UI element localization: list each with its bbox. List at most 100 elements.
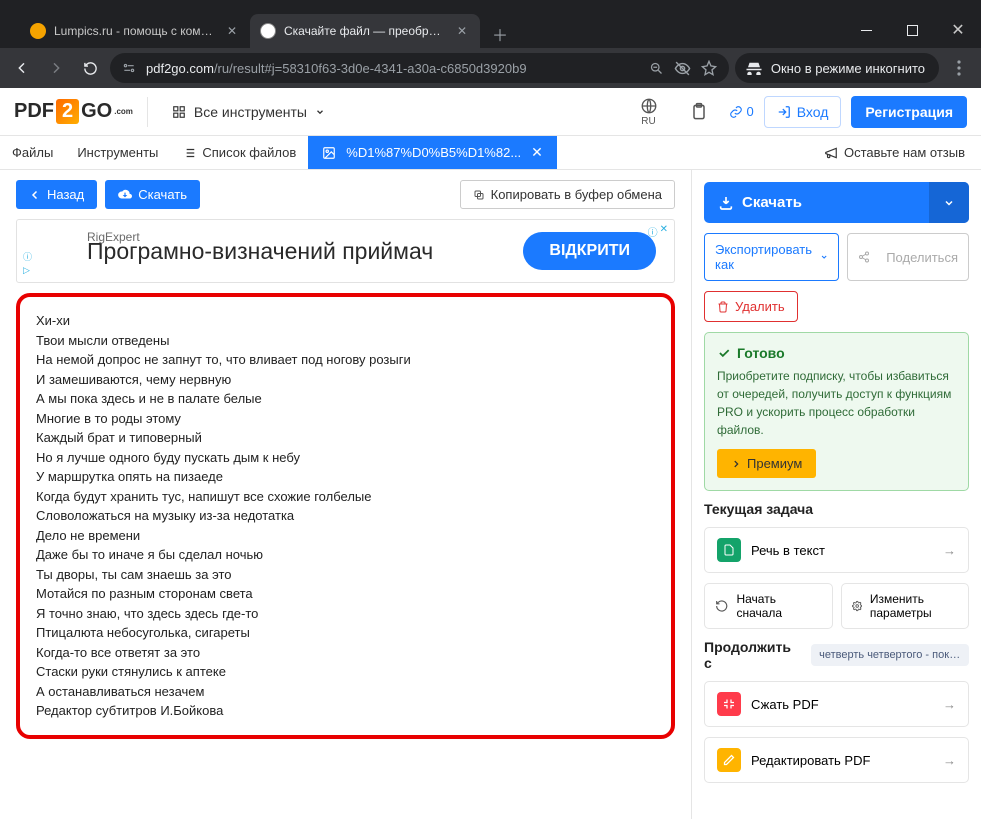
result-line: Когда будут хранить тус, напишут все схо… — [36, 487, 655, 507]
result-line: Словоложаться на музыку из-за недотатка — [36, 506, 655, 526]
new-tab-button[interactable]: ＋ — [486, 20, 514, 48]
clipboard-button[interactable] — [679, 102, 719, 122]
browser-tab-0[interactable]: Lumpics.ru - помощь с компьюте ✕ — [20, 14, 250, 48]
change-params-button[interactable]: Изменить параметры — [841, 583, 970, 629]
site-logo[interactable]: PDF 2 GO .com — [14, 99, 133, 124]
edit-icon — [717, 748, 741, 772]
site-settings-icon[interactable] — [122, 61, 136, 75]
close-icon[interactable]: ✕ — [454, 23, 470, 39]
chevron-right-icon — [731, 459, 741, 469]
browser-tab-1[interactable]: Скачайте файл — преобразов ✕ — [250, 14, 480, 48]
all-tools-dropdown[interactable]: Все инструменты — [162, 98, 335, 126]
restart-button[interactable]: Начать сначала — [704, 583, 833, 629]
share-icon — [858, 251, 870, 263]
window-minimize[interactable] — [843, 12, 889, 48]
nav-reload-button[interactable] — [76, 54, 104, 82]
zoom-icon[interactable] — [649, 61, 664, 76]
eye-off-icon[interactable] — [674, 60, 691, 77]
arrow-right-icon: → — [943, 543, 956, 558]
ad-cta-button[interactable]: ВІДКРИТИ — [523, 232, 656, 270]
arrow-right-icon: → — [943, 753, 956, 768]
result-line: Но я лучше одного буду пускать дым к неб… — [36, 448, 655, 468]
subnav-filelist[interactable]: Список файлов — [170, 136, 308, 169]
ad-close-icon[interactable]: ⓘ✕ — [648, 224, 668, 239]
main-content: Назад Скачать Копировать в буфер обмена … — [0, 170, 691, 819]
result-line: Когда-то все ответят за это — [36, 643, 655, 663]
close-icon[interactable]: ✕ — [224, 23, 240, 39]
incognito-indicator[interactable]: Окно в режиме инкогнито — [735, 53, 939, 83]
result-line: Хи-хи — [36, 311, 655, 331]
grid-icon — [172, 105, 186, 119]
sub-navigation: Файлы Инструменты Список файлов %D1%87%D… — [0, 136, 981, 170]
continue-file-chip[interactable]: четверть четвертого - пока з... — [811, 644, 969, 666]
subnav-files[interactable]: Файлы — [0, 136, 65, 169]
delete-button[interactable]: Удалить — [704, 291, 798, 322]
result-line: Дело не времени — [36, 526, 655, 546]
back-button[interactable]: Назад — [16, 180, 97, 209]
clipboard-icon — [689, 102, 709, 122]
download-button[interactable]: Скачать — [105, 180, 200, 209]
browser-toolbar: pdf2go.com/ru/result#j=58310f63-3d0e-434… — [0, 48, 981, 88]
language-selector[interactable]: RU — [629, 97, 669, 127]
compress-pdf-button[interactable]: Сжать PDF → — [704, 681, 969, 727]
bookmark-icon[interactable] — [701, 60, 717, 76]
download-icon — [718, 195, 734, 211]
result-line: Ты дворы, ты сам знаешь за это — [36, 565, 655, 585]
transcription-result: Хи-хиТвои мысли отведеныНа немой допрос … — [16, 293, 675, 739]
advertisement[interactable]: ⓘ▷ ⓘ✕ RigExpert Програмно-визначений при… — [16, 219, 675, 283]
ad-brand: RigExpert — [87, 230, 140, 244]
settings-icon — [852, 599, 862, 613]
document-icon — [717, 538, 741, 562]
cloud-download-icon — [118, 189, 132, 201]
list-icon — [182, 146, 196, 160]
result-line: Даже бы то иначе я бы сделал ночью — [36, 545, 655, 565]
ad-info-icon[interactable]: ⓘ▷ — [23, 250, 32, 276]
subnav-tools[interactable]: Инструменты — [65, 136, 170, 169]
edit-pdf-button[interactable]: Редактировать PDF → — [704, 737, 969, 783]
share-button[interactable]: Поделиться — [847, 233, 969, 281]
sidebar-download-button[interactable]: Скачать — [704, 182, 969, 223]
window-maximize[interactable] — [889, 12, 935, 48]
download-options-toggle[interactable] — [929, 182, 969, 223]
restart-icon — [715, 599, 728, 613]
link-icon — [729, 105, 743, 119]
tab-title: Lumpics.ru - помощь с компьюте — [54, 24, 216, 38]
premium-button[interactable]: Премиум — [717, 449, 816, 478]
chevron-down-icon — [820, 252, 828, 262]
current-task-chip[interactable]: Речь в текст → — [704, 527, 969, 573]
result-line: Мотайся по разным сторонам света — [36, 584, 655, 604]
chevron-down-icon — [943, 197, 955, 209]
status-panel: Готово Приобретите подписку, чтобы избав… — [704, 332, 969, 491]
result-line: А останавливаться незачем — [36, 682, 655, 702]
nav-forward-button[interactable] — [42, 54, 70, 82]
register-button[interactable]: Регистрация — [851, 96, 967, 128]
browser-tabstrip: Lumpics.ru - помощь с компьюте ✕ Скачайт… — [0, 12, 981, 48]
window-close[interactable]: ✕ — [935, 12, 981, 48]
trash-icon — [717, 301, 729, 313]
site-header: PDF 2 GO .com Все инструменты RU 0 Вход … — [0, 88, 981, 136]
check-icon — [717, 346, 731, 360]
incognito-icon — [745, 61, 763, 75]
close-tab-icon[interactable]: ✕ — [531, 144, 543, 161]
url-text: pdf2go.com/ru/result#j=58310f63-3d0e-434… — [146, 61, 639, 76]
result-line: У маршрутка опять на пизаеде — [36, 467, 655, 487]
active-file-tab[interactable]: %D1%87%D0%B5%D1%82... ✕ — [308, 136, 557, 169]
queue-indicator[interactable]: 0 — [729, 104, 754, 119]
compress-icon — [717, 692, 741, 716]
chevron-down-icon — [315, 107, 325, 117]
status-description: Приобретите подписку, чтобы избавиться о… — [717, 367, 956, 439]
address-bar[interactable]: pdf2go.com/ru/result#j=58310f63-3d0e-434… — [110, 53, 729, 83]
login-icon — [777, 105, 791, 119]
feedback-link[interactable]: Оставьте нам отзыв — [808, 136, 981, 169]
nav-back-button[interactable] — [8, 54, 36, 82]
globe-icon — [640, 97, 658, 115]
copy-button[interactable]: Копировать в буфер обмена — [460, 180, 675, 209]
export-as-button[interactable]: Экспортировать как — [704, 233, 839, 281]
browser-menu-button[interactable] — [945, 54, 973, 82]
login-button[interactable]: Вход — [764, 96, 842, 128]
arrow-right-icon: → — [943, 697, 956, 712]
arrow-left-icon — [29, 189, 41, 201]
sidebar: Скачать Экспортировать как Поделиться Уд… — [691, 170, 981, 819]
result-line: Птицалюта небосуголька, сигареты — [36, 623, 655, 643]
result-line: И замешиваются, чему нервную — [36, 370, 655, 390]
